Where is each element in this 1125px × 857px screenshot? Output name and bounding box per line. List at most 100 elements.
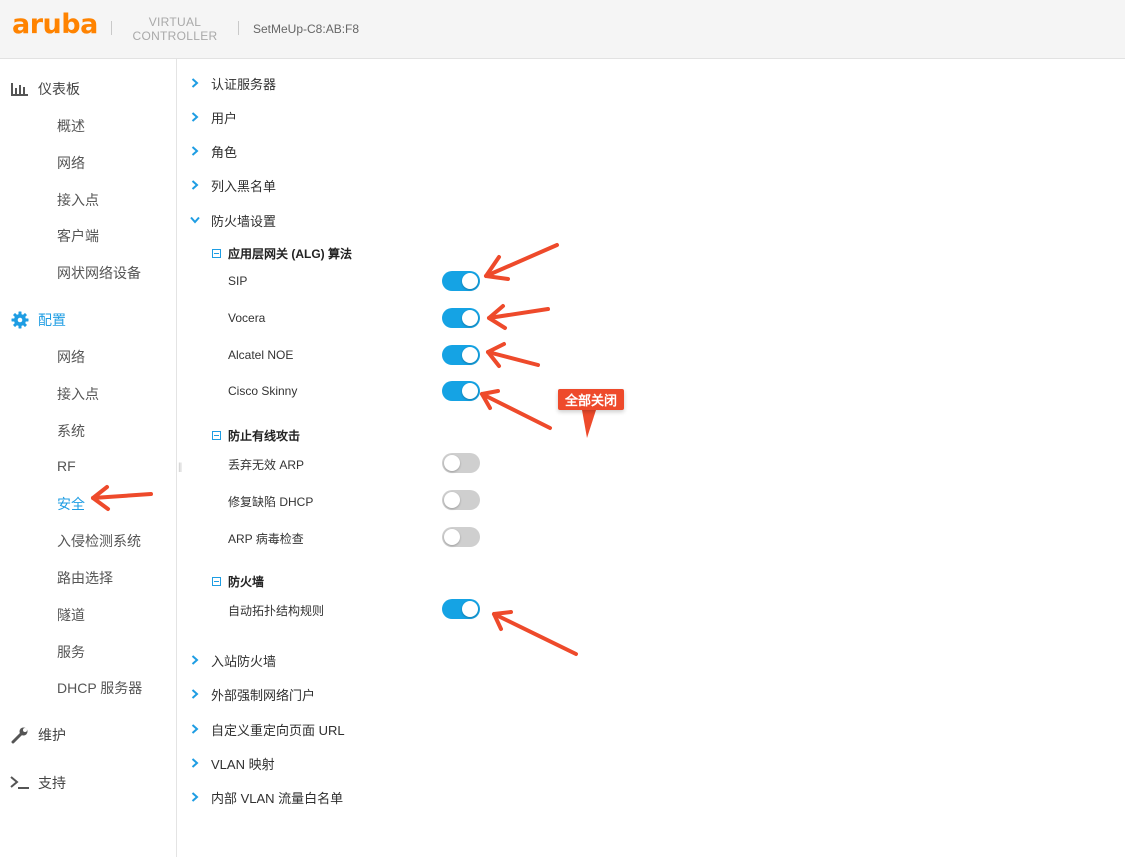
toggle-drop-bad-arp[interactable] bbox=[442, 453, 480, 473]
product-title-line1: VIRTUAL bbox=[148, 15, 202, 29]
chevron-right-icon bbox=[190, 112, 200, 122]
sidebar-section-label: 仪表板 bbox=[38, 81, 80, 97]
bar-chart-icon bbox=[10, 79, 30, 99]
toggle-knob bbox=[462, 273, 478, 289]
toggle-cisco-skinny[interactable] bbox=[442, 381, 480, 401]
device-name: SetMeUp-C8:AB:F8 bbox=[253, 22, 360, 36]
collapse-icon bbox=[212, 430, 221, 440]
header-divider bbox=[238, 21, 239, 35]
section-label: 入站防火墙 bbox=[211, 653, 277, 669]
chevron-right-icon bbox=[190, 655, 200, 665]
sidebar-section-label: 维护 bbox=[38, 727, 66, 743]
sidebar-section-dashboard[interactable]: 仪表板 bbox=[10, 79, 80, 99]
section-external-captive-portal[interactable]: 外部强制网络门户 bbox=[190, 685, 315, 703]
sidebar-item-routing[interactable]: 路由选择 bbox=[57, 568, 113, 588]
toggle-vocera[interactable] bbox=[442, 308, 480, 328]
wrench-icon bbox=[10, 725, 30, 745]
section-label: 列入黑名单 bbox=[211, 178, 277, 194]
terminal-icon bbox=[10, 773, 30, 793]
section-blacklist[interactable]: 列入黑名单 bbox=[190, 176, 276, 194]
option-label-auto-topology-rules: 自动拓扑结构规则 bbox=[228, 604, 325, 618]
toggle-alcatel-noe[interactable] bbox=[442, 345, 480, 365]
toggle-sip[interactable] bbox=[442, 271, 480, 291]
chevron-right-icon bbox=[190, 146, 200, 156]
sidebar-item-services[interactable]: 服务 bbox=[57, 642, 85, 662]
sidebar-section-label: 配置 bbox=[38, 312, 66, 328]
section-auth-servers[interactable]: 认证服务器 bbox=[190, 74, 276, 92]
collapse-icon bbox=[212, 576, 221, 586]
option-label-drop-bad-arp: 丢弃无效 ARP bbox=[228, 458, 305, 472]
group-label: 应用层网关 (ALG) 算法 bbox=[228, 246, 352, 261]
group-wired-attack[interactable]: 防止有线攻击 bbox=[212, 427, 300, 443]
chevron-right-icon bbox=[190, 792, 200, 802]
sidebar-section-configuration[interactable]: 配置 bbox=[10, 310, 66, 330]
section-label: 内部 VLAN 流量白名单 bbox=[211, 790, 344, 806]
sidebar-item-tunneling[interactable]: 隧道 bbox=[57, 605, 85, 625]
sidebar-item-system[interactable]: 系统 bbox=[57, 421, 85, 441]
section-users[interactable]: 用户 bbox=[190, 108, 237, 126]
sidebar-item-networks[interactable]: 网络 bbox=[57, 153, 85, 173]
chevron-right-icon bbox=[190, 758, 200, 768]
option-label-cisco-skinny: Cisco Skinny bbox=[228, 384, 298, 398]
toggle-knob bbox=[462, 310, 478, 326]
section-label: 认证服务器 bbox=[211, 76, 277, 92]
sidebar-item-security[interactable]: 安全 bbox=[57, 494, 85, 514]
sidebar-item-access-points[interactable]: 接入点 bbox=[57, 190, 99, 210]
sidebar-item-rf[interactable]: RF bbox=[57, 458, 76, 474]
section-custom-redirect-url[interactable]: 自定义重定向页面 URL bbox=[190, 720, 345, 738]
group-label: 防止有线攻击 bbox=[228, 428, 301, 443]
section-label: 防火墙设置 bbox=[211, 213, 277, 229]
section-label: 自定义重定向页面 URL bbox=[211, 722, 345, 738]
sidebar-item-config-access-points[interactable]: 接入点 bbox=[57, 384, 99, 404]
section-vlan-mapping[interactable]: VLAN 映射 bbox=[190, 754, 275, 772]
main-content: 认证服务器 用户 角色 列入黑名单 防火墙设置 应用层网关 (ALG) 算法 S… bbox=[177, 59, 1125, 857]
group-label: 防火墙 bbox=[228, 574, 265, 589]
toggle-knob bbox=[462, 383, 478, 399]
toggle-knob bbox=[444, 492, 460, 508]
toggle-fix-malformed-dhcp[interactable] bbox=[442, 490, 480, 510]
sidebar-item-config-networks[interactable]: 网络 bbox=[57, 347, 85, 367]
toggle-knob bbox=[444, 529, 460, 545]
sidebar: 仪表板 概述 网络 接入点 客户端 网状网络设备 配置 网络 接入点 系统 RF… bbox=[0, 59, 177, 857]
chevron-down-icon bbox=[190, 215, 200, 225]
toggle-knob bbox=[462, 347, 478, 363]
toggle-knob bbox=[444, 455, 460, 471]
option-label-fix-malformed-dhcp: 修复缺陷 DHCP bbox=[228, 495, 314, 509]
option-label-vocera: Vocera bbox=[228, 311, 266, 325]
sidebar-item-ids[interactable]: 入侵检测系统 bbox=[57, 531, 141, 551]
section-label: VLAN 映射 bbox=[211, 756, 275, 772]
sidebar-item-overview[interactable]: 概述 bbox=[57, 116, 85, 136]
toggle-auto-topology-rules[interactable] bbox=[442, 599, 480, 619]
top-header: aruba VIRTUAL CONTROLLER SetMeUp-C8:AB:F… bbox=[0, 0, 1125, 59]
group-firewall[interactable]: 防火墙 bbox=[212, 573, 264, 589]
section-label: 角色 bbox=[211, 144, 238, 160]
sidebar-item-dhcp-server[interactable]: DHCP 服务器 bbox=[57, 678, 142, 698]
section-internal-vlan-whitelist[interactable]: 内部 VLAN 流量白名单 bbox=[190, 788, 343, 806]
option-label-alcatel-noe: Alcatel NOE bbox=[228, 348, 294, 362]
collapse-icon bbox=[212, 248, 221, 258]
chevron-right-icon bbox=[190, 689, 200, 699]
sidebar-section-maintenance[interactable]: 维护 bbox=[10, 725, 66, 745]
section-firewall-settings[interactable]: 防火墙设置 bbox=[190, 211, 276, 229]
option-label-sip: SIP bbox=[228, 274, 248, 288]
sidebar-item-mesh-devices[interactable]: 网状网络设备 bbox=[57, 263, 141, 283]
option-label-arp-poison-check: ARP 病毒检查 bbox=[228, 532, 304, 546]
section-inbound-firewall[interactable]: 入站防火墙 bbox=[190, 651, 276, 669]
product-title: VIRTUAL CONTROLLER bbox=[128, 15, 222, 43]
chevron-right-icon bbox=[190, 724, 200, 734]
header-divider bbox=[111, 21, 112, 35]
sidebar-section-support[interactable]: 支持 bbox=[10, 773, 66, 793]
sidebar-item-clients[interactable]: 客户端 bbox=[57, 226, 99, 246]
callout-turn-all-off: 全部关闭 bbox=[558, 389, 625, 410]
chevron-right-icon bbox=[190, 180, 200, 190]
chevron-right-icon bbox=[190, 78, 200, 88]
section-roles[interactable]: 角色 bbox=[190, 142, 237, 160]
aruba-logo[interactable]: aruba bbox=[12, 9, 98, 40]
toggle-knob bbox=[462, 601, 478, 617]
group-alg[interactable]: 应用层网关 (ALG) 算法 bbox=[212, 245, 352, 261]
product-title-line2: CONTROLLER bbox=[132, 29, 218, 43]
section-label: 用户 bbox=[211, 110, 238, 126]
toggle-arp-poison-check[interactable] bbox=[442, 527, 480, 547]
section-label: 外部强制网络门户 bbox=[211, 687, 316, 703]
gear-icon bbox=[10, 310, 30, 330]
